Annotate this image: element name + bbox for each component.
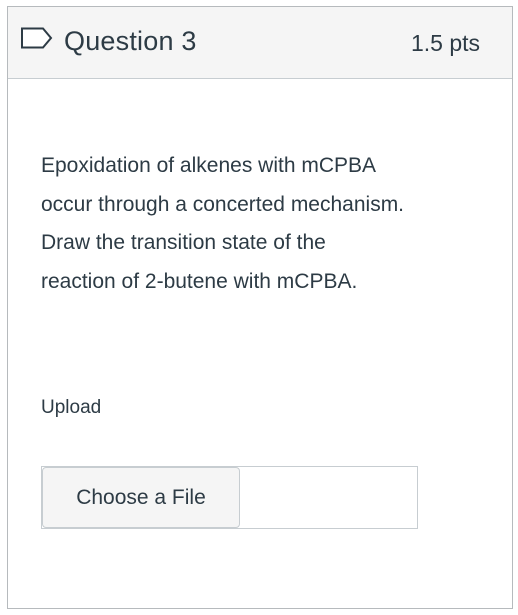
question-text: Epoxidation of alkenes with mCPBA occur … <box>41 147 491 301</box>
question-line: occur through a concerted mechanism. <box>41 192 405 216</box>
selected-file-name <box>242 467 417 528</box>
file-upload-field[interactable]: Choose a File <box>41 466 418 529</box>
choose-file-button[interactable]: Choose a File <box>42 467 240 528</box>
question-card: Question 3 1.5 pts Epoxidation of alkene… <box>7 6 513 609</box>
question-points: 1.5 pts <box>410 30 480 56</box>
upload-label: Upload <box>41 397 102 418</box>
question-line: Epoxidation of alkenes with mCPBA <box>41 154 377 177</box>
question-line: Draw the transition state of the <box>41 231 326 254</box>
flag-question-icon[interactable] <box>20 27 54 49</box>
question-title: Question 3 <box>64 26 197 56</box>
question-header: Question 3 1.5 pts <box>8 7 512 79</box>
question-line: reaction of 2-butene with mCPBA. <box>41 269 358 293</box>
